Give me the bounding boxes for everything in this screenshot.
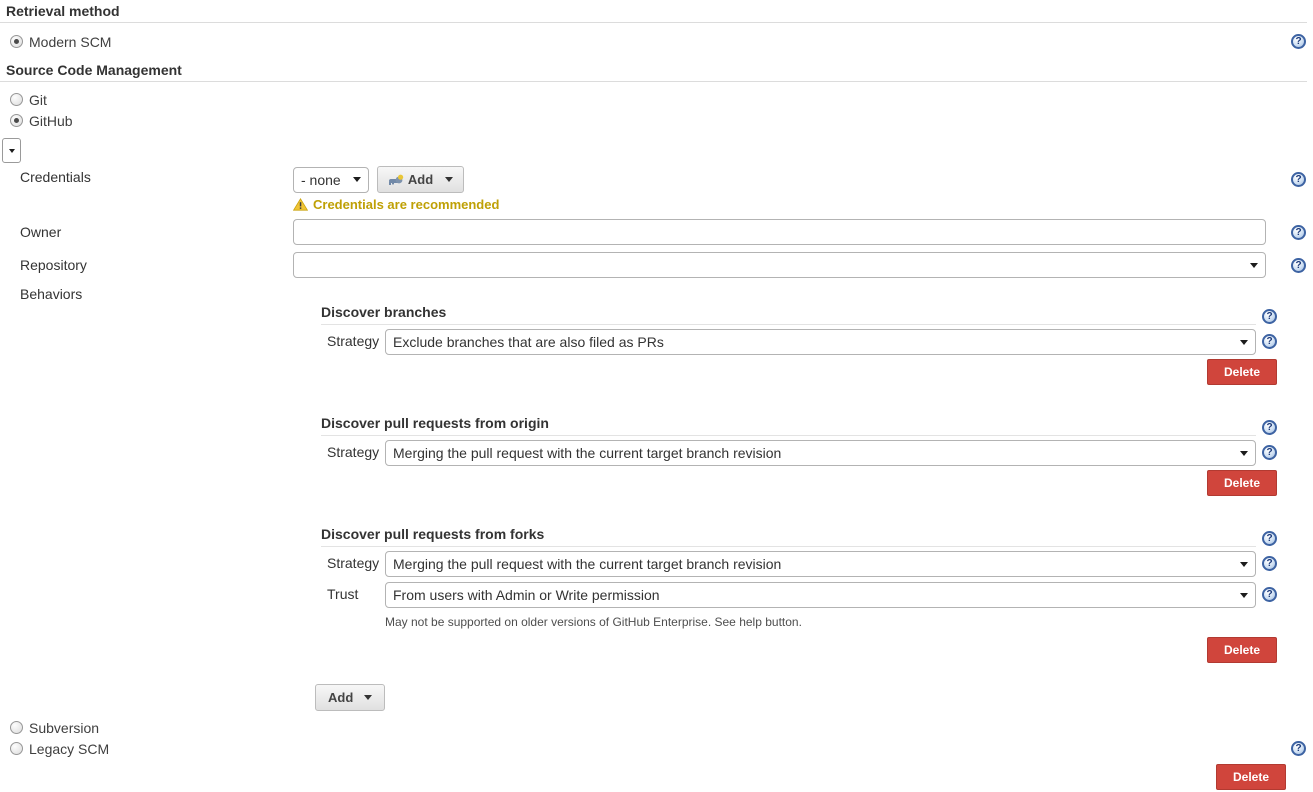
- scm-config-page: Retrieval method Modern SCM ? Source Cod…: [0, 0, 1313, 792]
- strategy-selected-value: Exclude branches that are also filed as …: [393, 334, 664, 350]
- chevron-down-icon: [1240, 562, 1248, 567]
- delete-behavior-button[interactable]: Delete: [1207, 637, 1277, 663]
- chevron-down-icon: [9, 149, 15, 153]
- help-icon[interactable]: ?: [1262, 445, 1277, 460]
- help-icon[interactable]: ?: [1262, 587, 1277, 602]
- credentials-select[interactable]: - none -: [293, 167, 369, 193]
- help-icon[interactable]: ?: [1262, 334, 1277, 349]
- delete-behavior-button[interactable]: Delete: [1207, 359, 1277, 385]
- key-icon: [388, 174, 404, 186]
- trust-note: May not be supported on older versions o…: [385, 615, 1277, 629]
- help-icon[interactable]: ?: [1291, 34, 1306, 49]
- strategy-label: Strategy: [321, 329, 385, 349]
- modern-scm-option[interactable]: Modern SCM: [10, 33, 658, 50]
- help-icon[interactable]: ?: [1291, 225, 1306, 240]
- behavior-discover-branches: Discover branches ? Strategy Exclude bra…: [321, 304, 1277, 385]
- subversion-radio[interactable]: [10, 721, 23, 734]
- chevron-down-icon: [364, 695, 372, 700]
- trust-selected-value: From users with Admin or Write permissio…: [393, 587, 660, 603]
- modern-scm-radio[interactable]: [10, 35, 23, 48]
- help-icon[interactable]: ?: [1291, 258, 1306, 273]
- strategy-select[interactable]: Merging the pull request with the curren…: [385, 440, 1256, 466]
- help-icon[interactable]: ?: [1291, 172, 1306, 187]
- github-label: GitHub: [29, 113, 73, 129]
- credentials-warning-text: Credentials are recommended: [313, 197, 499, 212]
- retrieval-method-header: Retrieval method: [0, 0, 1307, 23]
- subversion-label: Subversion: [29, 720, 99, 736]
- credentials-label: Credentials: [0, 166, 293, 185]
- git-label: Git: [29, 92, 47, 108]
- credentials-warning: Credentials are recommended: [293, 197, 1266, 212]
- strategy-selected-value: Merging the pull request with the curren…: [393, 445, 781, 461]
- github-radio[interactable]: [10, 114, 23, 127]
- credentials-row: Credentials - none -: [0, 166, 1313, 212]
- help-icon[interactable]: ?: [1262, 420, 1277, 435]
- legacy-scm-radio[interactable]: [10, 742, 23, 755]
- behavior-title: Discover pull requests from origin: [321, 415, 1256, 436]
- add-credentials-label: Add: [408, 172, 433, 187]
- add-behavior-button[interactable]: Add: [315, 684, 385, 711]
- github-source-select[interactable]: [2, 138, 21, 163]
- github-option[interactable]: GitHub: [10, 112, 1313, 129]
- trust-select[interactable]: From users with Admin or Write permissio…: [385, 582, 1256, 608]
- subversion-option[interactable]: Subversion: [10, 719, 1313, 736]
- behavior-title: Discover pull requests from forks: [321, 526, 1256, 547]
- repository-label: Repository: [0, 257, 293, 273]
- chevron-down-icon: [353, 177, 361, 182]
- add-behavior-label: Add: [328, 690, 353, 705]
- strategy-label: Strategy: [321, 440, 385, 460]
- modern-scm-label: Modern SCM: [29, 34, 111, 50]
- legacy-scm-row: Legacy SCM ?: [0, 740, 1313, 757]
- strategy-select[interactable]: Merging the pull request with the curren…: [385, 551, 1256, 577]
- repository-select[interactable]: [293, 252, 1266, 278]
- git-option[interactable]: Git: [10, 91, 1313, 108]
- warning-icon: [293, 198, 308, 211]
- strategy-selected-value: Merging the pull request with the curren…: [393, 556, 781, 572]
- modern-scm-row: Modern SCM ?: [0, 33, 1313, 50]
- repository-row: Repository ?: [0, 252, 1313, 278]
- behaviors-row: Behaviors: [0, 286, 1313, 302]
- delete-behavior-button[interactable]: Delete: [1207, 470, 1277, 496]
- delete-source-button[interactable]: Delete: [1216, 764, 1286, 790]
- chevron-down-icon: [1240, 593, 1248, 598]
- help-icon[interactable]: ?: [1262, 309, 1277, 324]
- add-credentials-button[interactable]: Add: [377, 166, 464, 193]
- strategy-select[interactable]: Exclude branches that are also filed as …: [385, 329, 1256, 355]
- behaviors-label: Behaviors: [0, 286, 293, 302]
- credentials-selected-value: - none -: [301, 172, 345, 188]
- owner-input[interactable]: [293, 219, 1266, 245]
- owner-row: Owner ?: [0, 219, 1313, 245]
- source-code-management-header: Source Code Management: [0, 59, 1307, 82]
- behavior-discover-pr-forks: Discover pull requests from forks ? Stra…: [321, 526, 1277, 663]
- help-icon[interactable]: ?: [1291, 741, 1306, 756]
- behavior-title: Discover branches: [321, 304, 1256, 325]
- chevron-down-icon: [445, 177, 453, 182]
- chevron-down-icon: [1250, 263, 1258, 268]
- legacy-scm-label: Legacy SCM: [29, 741, 109, 757]
- behaviors-block: Discover branches ? Strategy Exclude bra…: [315, 304, 1277, 711]
- owner-label: Owner: [0, 224, 293, 240]
- strategy-label: Strategy: [321, 551, 385, 571]
- chevron-down-icon: [1240, 340, 1248, 345]
- behavior-discover-pr-origin: Discover pull requests from origin ? Str…: [321, 415, 1277, 496]
- chevron-down-icon: [1240, 451, 1248, 456]
- help-icon[interactable]: ?: [1262, 556, 1277, 571]
- trust-label: Trust: [321, 582, 385, 602]
- help-icon[interactable]: ?: [1262, 531, 1277, 546]
- legacy-scm-option[interactable]: Legacy SCM: [10, 740, 658, 757]
- git-radio[interactable]: [10, 93, 23, 106]
